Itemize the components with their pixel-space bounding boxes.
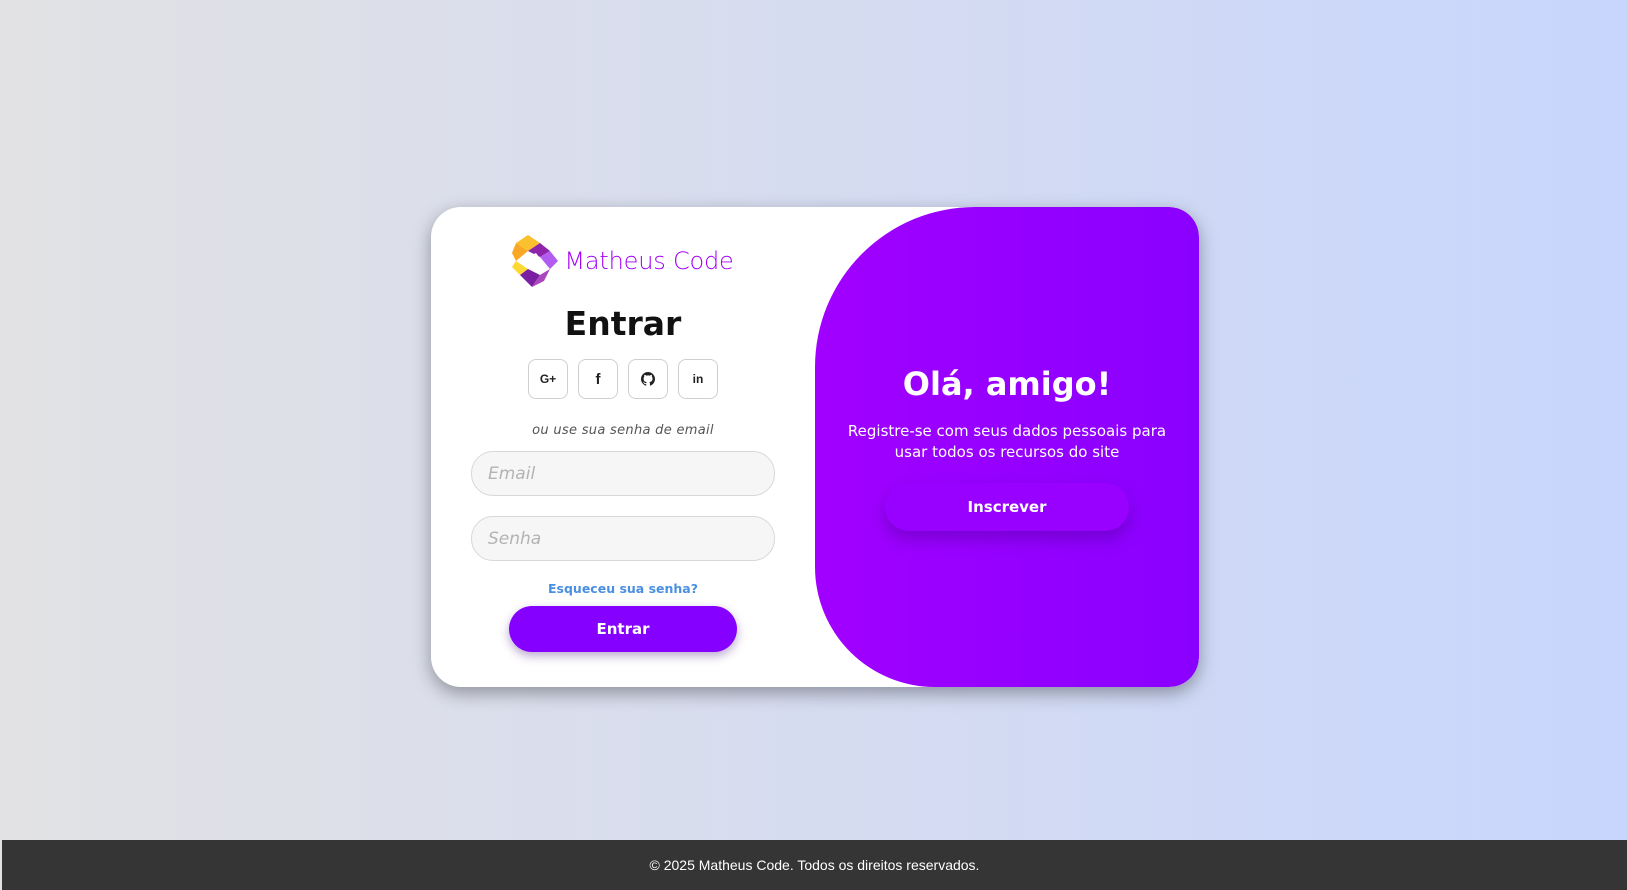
login-submit-button[interactable]: Entrar <box>509 606 737 652</box>
login-title: Entrar <box>564 304 682 343</box>
sign-in-panel: Matheus Code Entrar G+ f in ou use sua s… <box>431 207 815 687</box>
signup-title: Olá, amigo! <box>902 365 1112 403</box>
google-plus-icon: G+ <box>539 372 557 386</box>
facebook-button[interactable]: f <box>578 359 618 399</box>
footer-copyright: © 2025 Matheus Code. Todos os direitos r… <box>649 857 980 873</box>
linkedin-button[interactable]: in <box>678 359 718 399</box>
facebook-icon: f <box>595 370 601 388</box>
email-input[interactable] <box>471 451 775 496</box>
signup-panel: Olá, amigo! Registre-se com seus dados p… <box>815 207 1199 687</box>
puzzle-diamond-icon <box>512 235 559 287</box>
brand-logo: Matheus Code <box>512 234 734 288</box>
page-footer: © 2025 Matheus Code. Todos os direitos r… <box>2 840 1627 890</box>
github-icon <box>641 372 655 386</box>
email-hint: ou use sua senha de email <box>532 423 714 438</box>
signup-subtitle: Registre-se com seus dados pessoais para… <box>847 422 1167 461</box>
github-button[interactable] <box>628 359 668 399</box>
password-input[interactable] <box>471 516 775 561</box>
signup-button[interactable]: Inscrever <box>885 483 1129 531</box>
login-card: Matheus Code Entrar G+ f in ou use sua s… <box>431 207 1199 687</box>
forgot-password-link[interactable]: Esqueceu sua senha? <box>548 581 698 596</box>
brand-name: Matheus Code <box>564 247 734 275</box>
google-plus-button[interactable]: G+ <box>528 359 568 399</box>
linkedin-icon: in <box>692 372 704 386</box>
social-login-group: G+ f in <box>528 359 718 399</box>
